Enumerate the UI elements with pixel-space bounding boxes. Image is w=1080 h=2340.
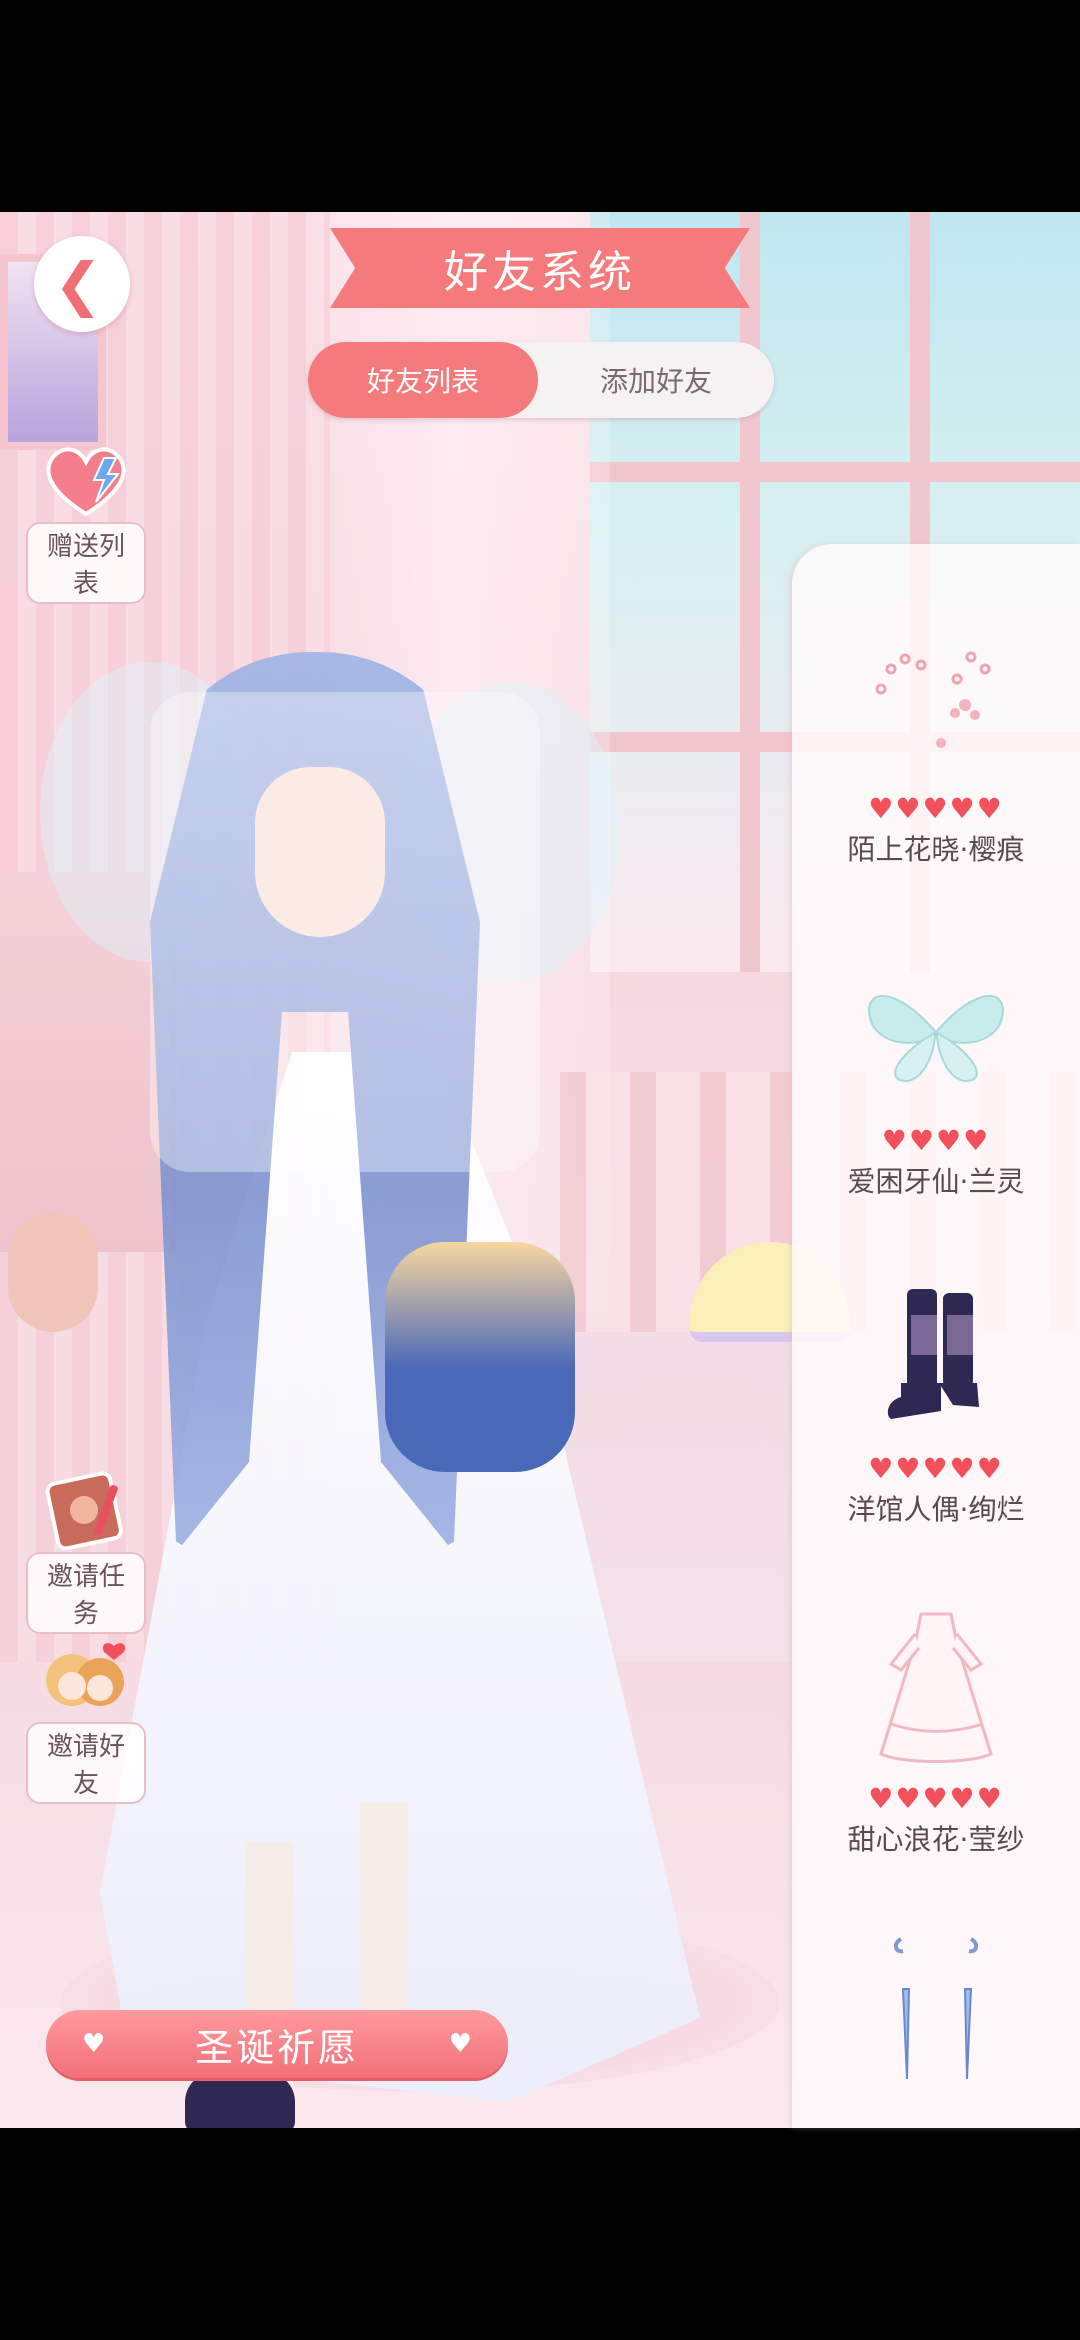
rating-hearts: ♥♥♥♥♥	[868, 1782, 1004, 1815]
outfit-name: 甜心浪花·莹纱	[847, 1823, 1025, 1856]
invite-friend-button[interactable]: 邀请好友	[26, 1640, 146, 1804]
invite-task-button[interactable]: 邀请任务	[26, 1470, 146, 1634]
outfit-item[interactable]: ♥♥♥♥♥ 洋馆人偶·绚烂	[792, 1264, 1080, 1528]
two-girls-icon	[38, 1640, 134, 1720]
flower-hairpin-icon	[792, 604, 1080, 794]
heart-icon: ♥	[82, 2029, 106, 2059]
outfit-name: 爱困牙仙·兰灵	[847, 1165, 1025, 1198]
character-avatar[interactable]	[40, 552, 700, 2128]
rating-hearts: ♥♥♥♥♥	[868, 792, 1004, 825]
heart-lightning-icon	[38, 440, 134, 520]
rating-hearts: ♥♥♥♥	[881, 1124, 991, 1157]
christmas-wish-button[interactable]: ♥ 圣诞祈愿 ♥	[46, 2010, 508, 2078]
dress-icon	[792, 1594, 1080, 1784]
page-title-ribbon: 好友系统	[330, 228, 750, 308]
shoe-left	[185, 2072, 295, 2128]
outfit-name: 陌上花晓·樱痕	[847, 833, 1025, 866]
earrings-icon	[792, 1914, 1080, 2104]
outfit-panel: ♥♥♥♥♥ 陌上花晓·樱痕 ♥♥♥♥ 爱困牙仙·兰灵 ♥♥♥♥♥ 洋馆人偶·绚烂…	[792, 544, 1080, 2128]
outfit-name: 洋馆人偶·绚烂	[847, 1493, 1025, 1526]
outfit-item[interactable]	[792, 1914, 1080, 2104]
invite-task-label: 邀请任务	[26, 1552, 146, 1634]
bunny-bag	[385, 1242, 575, 1472]
gift-list-label: 赠送列表	[26, 522, 146, 604]
tab-bar: 好友列表 添加好友	[308, 342, 774, 418]
outfit-item[interactable]: ♥♥♥♥♥ 甜心浪花·莹纱	[792, 1594, 1080, 1858]
character-face	[255, 767, 385, 937]
outfit-item[interactable]: ♥♥♥♥♥ 陌上花晓·樱痕	[792, 604, 1080, 868]
tab-add-friend[interactable]: 添加好友	[538, 342, 774, 418]
gift-list-button[interactable]: 赠送列表	[26, 440, 146, 604]
heart-icon: ♥	[448, 2029, 472, 2059]
notebook-icon	[38, 1470, 134, 1550]
wish-button-label: 圣诞祈愿	[194, 2025, 359, 2070]
invite-friend-label: 邀请好友	[26, 1722, 146, 1804]
outfit-item[interactable]: ♥♥♥♥ 爱困牙仙·兰灵	[792, 936, 1080, 1200]
tab-friend-list[interactable]: 好友列表	[308, 342, 538, 418]
boots-icon	[792, 1264, 1080, 1454]
chevron-left-icon: ❮	[53, 250, 103, 318]
page-title: 好友系统	[444, 247, 636, 298]
fairy-wings-icon	[792, 936, 1080, 1126]
back-button[interactable]: ❮	[34, 236, 130, 332]
rating-hearts: ♥♥♥♥♥	[868, 1452, 1004, 1485]
